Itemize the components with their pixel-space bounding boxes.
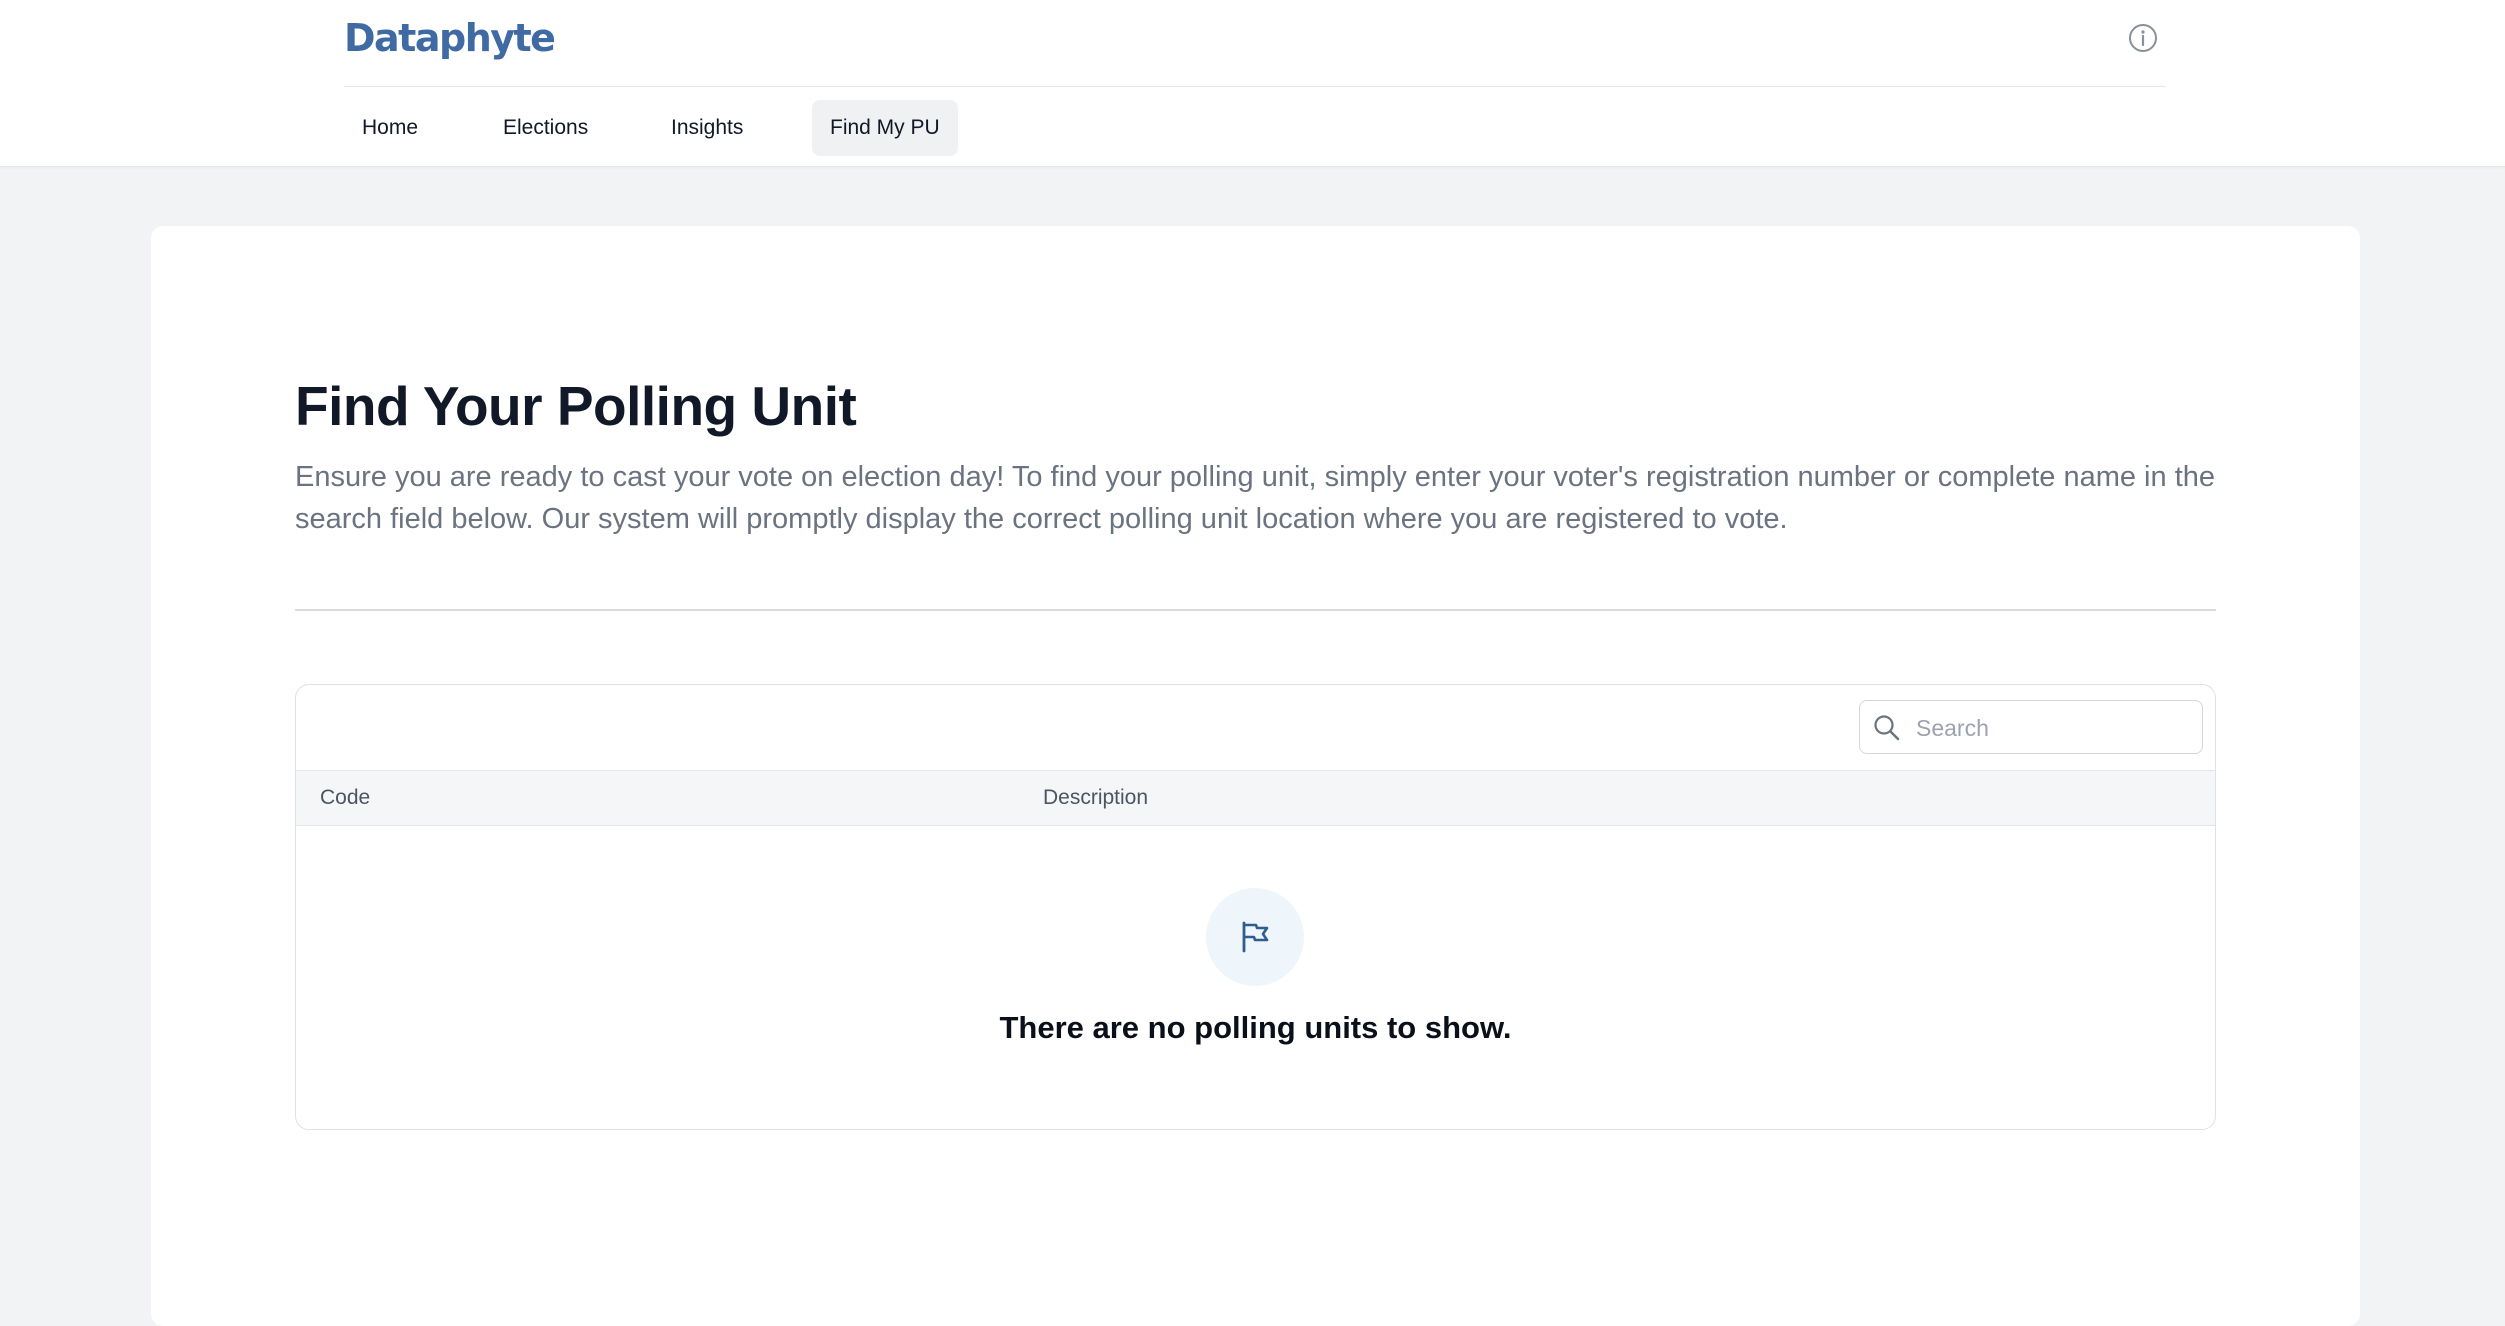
- table-header: Code Description: [296, 770, 2215, 826]
- column-header-description[interactable]: Description: [1043, 771, 1148, 825]
- section-divider: [295, 609, 2216, 611]
- header-divider: [344, 86, 2166, 87]
- page-description: Ensure you are ready to cast your vote o…: [295, 461, 2216, 535]
- search-icon: [1872, 713, 1902, 743]
- top-header: Dataphyte Home Elections Insights Find M…: [0, 0, 2505, 167]
- nav-item-find-my-pu[interactable]: Find My PU: [812, 100, 958, 156]
- search-input[interactable]: [1914, 701, 2198, 755]
- flag-icon: [1206, 888, 1304, 986]
- nav-item-elections[interactable]: Elections: [485, 100, 606, 156]
- info-icon[interactable]: [2127, 22, 2159, 54]
- nav-item-home[interactable]: Home: [344, 100, 436, 156]
- page-title: Find Your Polling Unit: [295, 375, 857, 437]
- logo[interactable]: Dataphyte: [344, 8, 556, 68]
- main-card: Find Your Polling Unit Ensure you are re…: [151, 226, 2360, 1326]
- column-header-code[interactable]: Code: [320, 771, 370, 825]
- empty-state-message: There are no polling units to show.: [999, 1010, 1512, 1045]
- search-field[interactable]: [1859, 700, 2203, 755]
- nav-item-insights[interactable]: Insights: [653, 100, 761, 156]
- polling-units-table: Code Description There are no polling un…: [295, 684, 2216, 1130]
